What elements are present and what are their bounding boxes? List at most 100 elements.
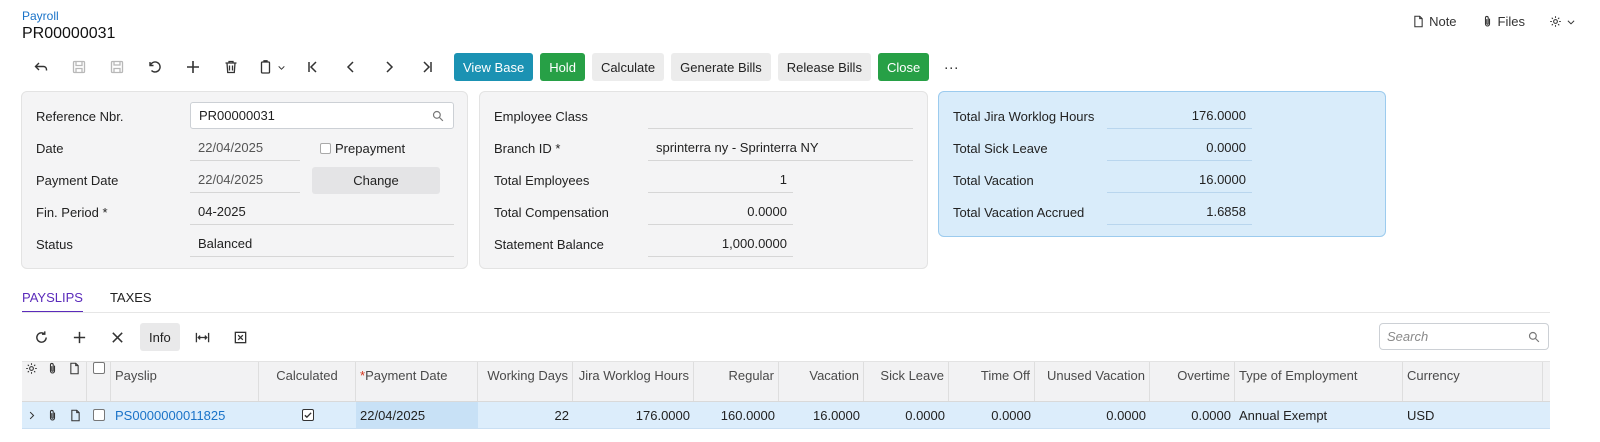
reference-nbr-value: PR00000031	[199, 108, 275, 123]
export-excel-button[interactable]	[222, 323, 260, 351]
payslip-link[interactable]: PS0000000011825	[111, 402, 259, 428]
search-icon[interactable]	[432, 110, 444, 122]
table-row[interactable]: PS0000000011825 22/04/2025 22 176.0000 1…	[22, 402, 1550, 429]
refresh-button[interactable]	[22, 323, 60, 351]
search-icon	[1528, 331, 1540, 343]
top-right-actions: Note Files	[1412, 14, 1600, 29]
select-all-column[interactable]	[87, 362, 111, 401]
type-of-employment-cell[interactable]: Annual Exempt	[1235, 402, 1403, 428]
chevron-left-icon	[346, 61, 354, 73]
close-icon	[111, 331, 123, 343]
currency-cell[interactable]: USD	[1403, 402, 1543, 428]
row-select-checkbox[interactable]	[93, 409, 105, 421]
last-icon	[423, 61, 432, 73]
grid-search-placeholder: Search	[1387, 329, 1429, 344]
breadcrumb[interactable]: Payroll	[22, 9, 59, 23]
branch-id-field[interactable]: sprinterra ny - Sprinterra NY	[648, 135, 913, 161]
next-record-button[interactable]	[370, 53, 408, 81]
clipboard-menu[interactable]	[250, 53, 294, 81]
save-close-button[interactable]	[60, 53, 98, 81]
column-jira-hours[interactable]: Jira Worklog Hours	[573, 362, 694, 401]
totals-panel: Total Jira Worklog Hours 176.0000 Total …	[938, 91, 1386, 237]
select-all-checkbox[interactable]	[92, 362, 105, 374]
column-regular[interactable]: Regular	[694, 362, 779, 401]
save-button[interactable]	[98, 53, 136, 81]
notes-column	[63, 362, 87, 401]
column-type-of-employment[interactable]: Type of Employment	[1235, 362, 1403, 401]
hold-button[interactable]: Hold	[540, 53, 585, 81]
files-label: Files	[1497, 14, 1525, 29]
date-field[interactable]: 22/04/2025	[190, 135, 300, 161]
chevron-down-icon	[1567, 19, 1575, 25]
payment-date-field[interactable]: 22/04/2025	[190, 167, 300, 193]
note-label: Note	[1429, 14, 1457, 29]
row-expand-button[interactable]	[22, 402, 41, 428]
total-vacation-value: 16.0000	[1107, 167, 1252, 193]
time-off-cell[interactable]: 0.0000	[949, 402, 1035, 428]
view-base-button[interactable]: View Base	[454, 53, 534, 81]
add-row-button[interactable]	[60, 323, 98, 351]
column-payment-date[interactable]: * Payment Date	[356, 362, 478, 401]
total-jira-hours-label: Total Jira Worklog Hours	[953, 108, 1095, 124]
plus-icon	[73, 331, 85, 343]
column-calculated[interactable]: Calculated	[259, 362, 356, 401]
delete-button[interactable]	[212, 53, 250, 81]
regular-cell[interactable]: 160.0000	[694, 402, 779, 428]
column-currency[interactable]: Currency	[1403, 362, 1543, 401]
status-field: Balanced	[190, 231, 454, 257]
row-notes[interactable]	[63, 402, 87, 428]
undo-button[interactable]	[136, 53, 174, 81]
unused-vacation-cell[interactable]: 0.0000	[1035, 402, 1150, 428]
column-overtime[interactable]: Overtime	[1150, 362, 1235, 401]
prepayment-checkbox[interactable]	[320, 143, 331, 154]
jira-hours-cell[interactable]: 176.0000	[573, 402, 694, 428]
reference-nbr-label: Reference Nbr.	[36, 108, 124, 124]
release-bills-button[interactable]: Release Bills	[777, 53, 871, 81]
statement-balance-label: Statement Balance	[494, 236, 604, 252]
undo-icon	[149, 61, 161, 73]
prepayment-option[interactable]: Prepayment	[320, 141, 405, 156]
reference-nbr-input[interactable]: PR00000031	[190, 102, 454, 129]
row-attachments[interactable]	[41, 402, 63, 428]
note-button[interactable]: Note	[1412, 14, 1457, 29]
sick-leave-cell[interactable]: 0.0000	[864, 402, 949, 428]
row-select[interactable]	[87, 402, 111, 428]
save-close-icon	[72, 60, 86, 74]
last-record-button[interactable]	[408, 53, 446, 81]
overtime-cell[interactable]: 0.0000	[1150, 402, 1235, 428]
working-days-cell[interactable]: 22	[478, 402, 573, 428]
back-button[interactable]	[22, 53, 60, 81]
payment-date-cell[interactable]: 22/04/2025	[356, 402, 478, 428]
first-record-button[interactable]	[294, 53, 332, 81]
column-vacation[interactable]: Vacation	[779, 362, 864, 401]
refresh-icon	[35, 330, 47, 343]
column-working-days[interactable]: Working Days	[478, 362, 573, 401]
column-payslip[interactable]: Payslip	[111, 362, 259, 401]
close-button[interactable]: Close	[877, 53, 930, 81]
calculate-button[interactable]: Calculate	[591, 53, 665, 81]
chevron-right-icon	[29, 411, 35, 419]
paperclip-icon	[1484, 16, 1490, 27]
fit-columns-button[interactable]	[184, 323, 222, 351]
generate-bills-button[interactable]: Generate Bills	[671, 53, 771, 81]
vacation-cell[interactable]: 16.0000	[779, 402, 864, 428]
grid-search-input[interactable]: Search	[1379, 323, 1549, 350]
change-button[interactable]: Change	[312, 167, 440, 194]
settings-menu[interactable]	[1549, 15, 1576, 28]
column-sick-leave[interactable]: Sick Leave	[864, 362, 949, 401]
paperclip-icon	[49, 409, 55, 420]
total-vacation-accrued-value: 1.6858	[1107, 199, 1252, 225]
info-button[interactable]: Info	[140, 323, 180, 351]
column-settings[interactable]	[22, 362, 41, 401]
files-button[interactable]: Files	[1481, 14, 1525, 29]
tab-payslips[interactable]: PAYSLIPS	[22, 290, 83, 313]
fin-period-field[interactable]: 04-2025	[190, 199, 454, 225]
more-actions-button[interactable]: ···	[936, 53, 966, 81]
column-time-off[interactable]: Time Off	[949, 362, 1035, 401]
previous-record-button[interactable]	[332, 53, 370, 81]
tab-taxes[interactable]: TAXES	[110, 290, 152, 313]
employee-class-field[interactable]	[648, 103, 913, 129]
delete-row-button[interactable]	[98, 323, 136, 351]
column-unused-vacation[interactable]: Unused Vacation	[1035, 362, 1150, 401]
add-button[interactable]	[174, 53, 212, 81]
